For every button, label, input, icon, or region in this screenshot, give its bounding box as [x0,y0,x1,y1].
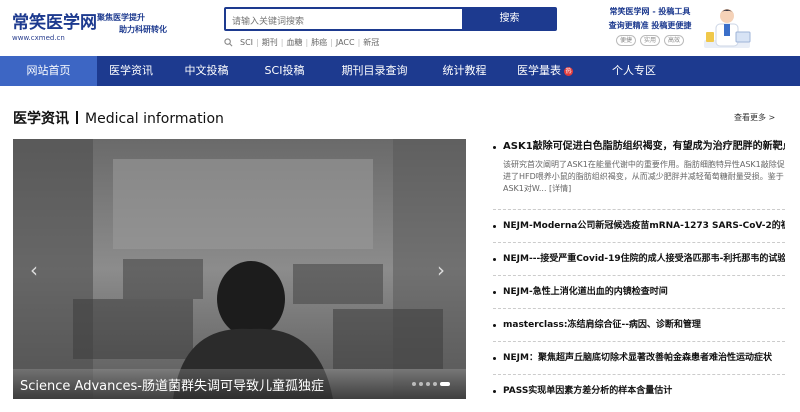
carousel-dot-active[interactable] [440,382,450,386]
featured-news-summary: 该研究首次阐明了ASK1在能量代谢中的重要作用。脂肪细胞特异性ASK1敲除促进了… [503,160,785,193]
slogan: 聚焦医学提升 助力科研转化 [97,12,167,36]
news-item[interactable]: NEJM：聚焦超声丘脑底切除术显著改善帕金森患者难治性运动症状 [493,341,785,374]
hot-keywords: SCI | 期刊 | 血糖 | 肺癌 | JACC | 新冠 [224,37,382,48]
hot-keyword[interactable]: 肺癌 [308,37,330,48]
logo-url: www.cxmed.cn [12,34,65,42]
nav-item-scales[interactable]: 医学量表热 [501,56,589,86]
slogan-line-1: 聚焦医学提升 [97,13,145,22]
hot-keyword[interactable]: 血糖 [283,37,305,48]
submission-tool[interactable]: 常笑医学网 - 投稿工具 查询更精准 投稿更便捷 便捷 实用 高效 [600,6,700,46]
search-button[interactable]: 搜索 [462,7,557,31]
title-divider [76,111,78,124]
news-item[interactable]: masterclass:冻结肩综合征--病因、诊断和管理 [493,308,785,341]
carousel-dot[interactable] [412,382,416,386]
carousel-prev-arrow[interactable]: ‹ [30,258,38,282]
nav-item-statistics[interactable]: 统计教程 [428,56,501,86]
news-item[interactable]: NEJM-Moderna公司新冠候选疫苗mRNA-1273 SARS-CoV-2… [493,209,785,242]
more-link[interactable]: 查看更多 > [734,112,775,123]
carousel-dot[interactable] [426,382,430,386]
news-list: ASK1敲除可促进白色脂肪组织褐变，有望成为治疗肥胖的新靶点 该研究首次阐明了A… [493,137,785,407]
hot-keyword[interactable]: JACC [333,38,358,47]
news-item[interactable]: NEJM-急性上消化道出血的内镜检查时间 [493,275,785,308]
nav-item-news[interactable]: 医学资讯 [97,56,165,86]
search-icon [224,38,233,47]
nav-item-home[interactable]: 网站首页 [0,56,97,86]
search-input[interactable] [226,12,458,32]
tool-tags: 便捷 实用 高效 [600,35,700,46]
banner-image [13,139,466,399]
carousel-dots [412,382,450,386]
nav-item-chinese-submission[interactable]: 中文投稿 [165,56,248,86]
carousel-dot[interactable] [433,382,437,386]
hot-badge: 热 [564,66,573,76]
tool-tag: 实用 [639,35,660,46]
header: 常笑医学网 www.cxmed.cn 聚焦医学提升 助力科研转化 搜索 SCI|… [0,0,800,55]
tool-title: 常笑医学网 - 投稿工具 [609,7,691,16]
slogan-line-2: 助力科研转化 [119,25,167,34]
carousel-dot[interactable] [419,382,423,386]
main-nav: 网站首页 医学资讯 中文投稿 SCI投稿 期刊目录查询 统计教程 医学量表热 个… [0,56,800,86]
tool-tag: 便捷 [615,35,636,46]
tool-subtitle: 查询更精准 投稿更便捷 [608,21,692,30]
hot-keyword[interactable]: SCI [237,38,256,47]
news-item[interactable]: PASS实现单因素方差分析的样本含量估计 [493,374,785,407]
site-logo[interactable]: 常笑医学网 www.cxmed.cn [12,8,97,42]
news-item[interactable]: NEJM---接受严重Covid-19住院的成人接受洛匹那韦-利托那韦的试验 [493,242,785,275]
nav-item-sci-submission[interactable]: SCI投稿 [248,56,321,86]
banner-caption[interactable]: Science Advances-肠道菌群失调可导致儿童孤独症 [20,375,324,394]
nav-item-journal-search[interactable]: 期刊目录查询 [321,56,428,86]
section-title-cn: 医学资讯 [13,111,69,127]
nav-label-scales: 医学量表 [517,64,561,77]
doctor-illustration [704,9,751,48]
carousel-next-arrow[interactable]: › [437,258,445,282]
section-title: 医学资讯 Medical information [13,108,224,128]
nav-item-personal[interactable]: 个人专区 [589,56,679,86]
search-box [224,7,492,32]
tool-tag: 高效 [664,35,685,46]
logo-text: 常笑医学网 [12,13,97,33]
section-title-en: Medical information [85,111,224,127]
hot-keyword[interactable]: 期刊 [259,37,281,48]
featured-news-title[interactable]: ASK1敲除可促进白色脂肪组织褐变，有望成为治疗肥胖的新靶点 [493,137,785,157]
hot-keyword[interactable]: 新冠 [360,37,382,48]
banner-carousel[interactable]: Science Advances-肠道菌群失调可导致儿童孤独症 [13,139,466,399]
